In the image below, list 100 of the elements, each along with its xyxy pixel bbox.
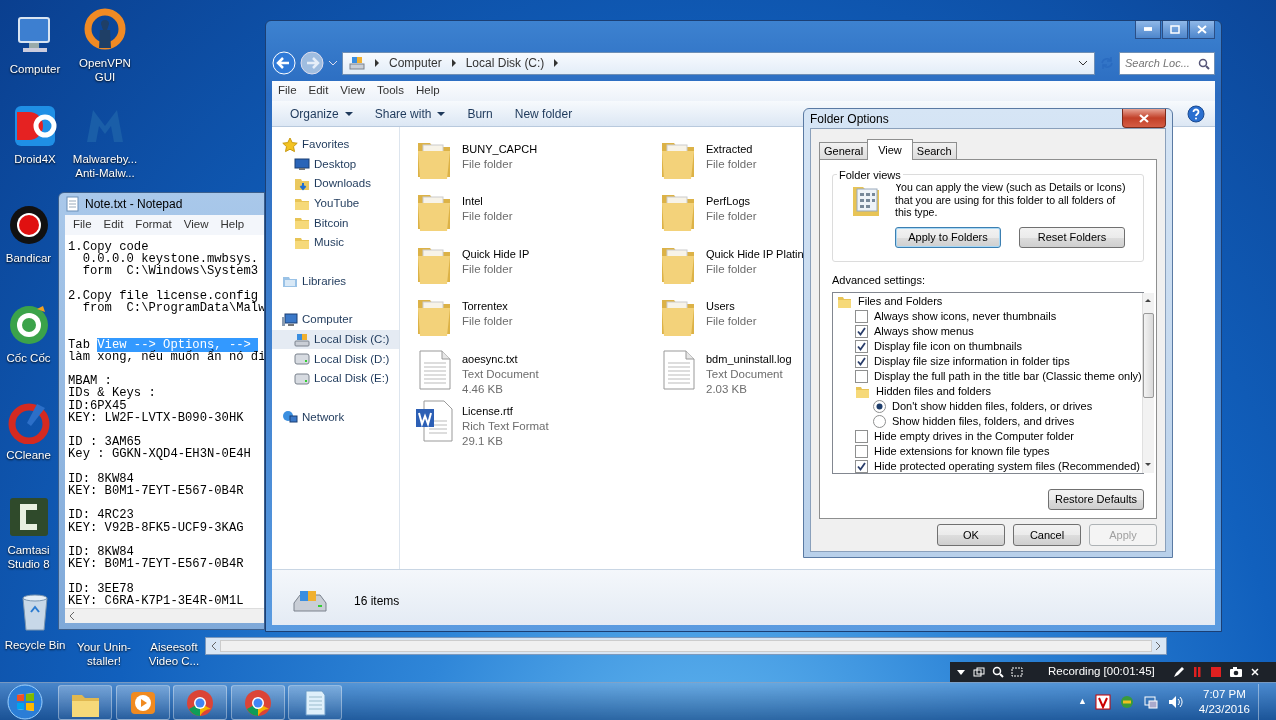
- nav-item[interactable]: Desktop: [272, 154, 399, 175]
- icon-label[interactable]: Your Unin-staller!: [68, 640, 140, 668]
- checkbox[interactable]: [855, 324, 868, 338]
- menu-item[interactable]: Help: [409, 82, 446, 100]
- scroll-down-icon[interactable]: [1144, 460, 1153, 469]
- nav-item[interactable]: Network: [272, 407, 399, 428]
- icon-label[interactable]: CCleane: [6, 448, 51, 462]
- dialog-button[interactable]: OK: [937, 524, 1005, 546]
- caret-icon[interactable]: [328, 58, 338, 68]
- volume-icon[interactable]: [1166, 694, 1183, 710]
- icon-label[interactable]: Aiseesoft Video C...: [140, 640, 208, 668]
- toolbar-button[interactable]: Burn: [459, 104, 501, 123]
- clock[interactable]: 7:07 PM 4/23/2016: [1198, 687, 1250, 717]
- dialog-button[interactable]: Cancel: [1013, 524, 1081, 546]
- search-field[interactable]: Search Loc...: [1119, 51, 1215, 75]
- tab[interactable]: Search: [911, 142, 957, 159]
- file-item[interactable]: Extracted File folder: [658, 137, 757, 190]
- file-item[interactable]: Torrentex File folder: [414, 294, 513, 347]
- nav-item[interactable]: YouTube: [272, 193, 399, 214]
- nav-item[interactable]: Local Disk (C:): [272, 329, 399, 350]
- back-icon[interactable]: [272, 51, 296, 75]
- menu-item[interactable]: Help: [214, 216, 251, 234]
- file-item[interactable]: Users File folder: [658, 294, 757, 347]
- scrollbar[interactable]: [1141, 292, 1154, 473]
- checkbox[interactable]: [855, 369, 868, 383]
- scrollbar[interactable]: [65, 608, 264, 623]
- close-button[interactable]: [1189, 21, 1215, 39]
- restore-defaults-button[interactable]: Restore Defaults: [1048, 488, 1144, 510]
- minimize-button[interactable]: [1135, 21, 1161, 39]
- checkbox[interactable]: [855, 459, 868, 473]
- checkbox[interactable]: [855, 444, 868, 458]
- file-item[interactable]: BUNY_CAPCH File folder: [414, 137, 538, 190]
- file-item[interactable]: Quick Hide IP Platin File folder: [658, 241, 804, 295]
- file-item[interactable]: PerfLogs File folder: [658, 189, 757, 242]
- nav-item[interactable]: Local Disk (E:): [272, 368, 399, 389]
- radio-button[interactable]: [873, 414, 886, 428]
- region-icon[interactable]: [1011, 666, 1023, 678]
- dropdown-icon[interactable]: [956, 667, 966, 677]
- nav-item[interactable]: Libraries: [272, 271, 399, 292]
- taskbar-button[interactable]: [230, 685, 285, 720]
- close-button[interactable]: [1122, 109, 1166, 128]
- breadcrumb-item[interactable]: Local Disk (C:): [465, 54, 545, 72]
- file-item[interactable]: Quick Hide IP File folder: [414, 241, 530, 295]
- help-icon[interactable]: [1187, 104, 1205, 123]
- icon-label[interactable]: Droid4X: [14, 152, 56, 166]
- taskbar-button[interactable]: [58, 685, 112, 720]
- nav-item[interactable]: Downloads: [272, 174, 399, 194]
- menu-item[interactable]: File: [67, 216, 98, 234]
- menu-item[interactable]: View: [177, 216, 215, 234]
- show-hidden-icons[interactable]: ▲: [1077, 695, 1087, 709]
- breadcrumb-item[interactable]: Computer: [389, 54, 442, 72]
- nav-item[interactable]: Computer: [272, 310, 399, 330]
- menu-item[interactable]: Format: [129, 216, 178, 234]
- checkbox[interactable]: [855, 309, 868, 323]
- menu-item[interactable]: Edit: [302, 82, 335, 100]
- menu-item[interactable]: File: [272, 82, 303, 100]
- file-item[interactable]: Intel File folder: [414, 189, 513, 242]
- maximize-button[interactable]: [1162, 21, 1188, 39]
- icon-label[interactable]: Camtasi Studio 8: [0, 543, 57, 571]
- scroll-thumb[interactable]: [1142, 312, 1154, 398]
- nav-item[interactable]: Favorites: [272, 135, 399, 155]
- close-icon[interactable]: [1249, 667, 1260, 677]
- file-item[interactable]: License.rtf Rich Text Format 29.1 KB: [414, 398, 549, 452]
- forward-icon[interactable]: [300, 51, 324, 75]
- pencil-icon[interactable]: [1171, 666, 1184, 678]
- toolbar-button[interactable]: Share with: [366, 104, 454, 123]
- text-area[interactable]: [65, 235, 264, 608]
- nav-item[interactable]: Music: [272, 232, 399, 253]
- nav-item[interactable]: Local Disk (D:): [272, 349, 399, 369]
- camera-icon[interactable]: [1228, 666, 1243, 678]
- app-tray-icon[interactable]: [1094, 694, 1111, 710]
- scrollbar[interactable]: [220, 640, 1152, 652]
- radio-button[interactable]: [873, 399, 886, 413]
- checkbox[interactable]: [855, 339, 868, 353]
- checkbox[interactable]: [855, 354, 868, 368]
- taskbar-button[interactable]: [115, 685, 170, 720]
- menu-item[interactable]: View: [334, 82, 372, 100]
- dropdown-icon[interactable]: [1078, 58, 1088, 68]
- stop-icon[interactable]: [1209, 666, 1222, 678]
- scroll-up-icon[interactable]: [1144, 296, 1153, 305]
- search-icon[interactable]: [992, 666, 1004, 678]
- icon-label[interactable]: OpenVPN GUI: [70, 56, 140, 84]
- menu-item[interactable]: Edit: [97, 216, 130, 234]
- toolbar-button[interactable]: New folder: [506, 104, 581, 123]
- checkbox[interactable]: [855, 429, 868, 443]
- window-icon[interactable]: [973, 667, 985, 677]
- icon-label[interactable]: Malwareby... Anti-Malw...: [70, 152, 140, 180]
- chevron-icon[interactable]: [552, 58, 561, 68]
- menu-item[interactable]: Tools: [371, 82, 410, 100]
- taskbar-button[interactable]: [173, 685, 227, 720]
- taskbar-button[interactable]: [288, 685, 342, 720]
- toolbar-button[interactable]: Organize: [282, 104, 361, 123]
- action-button[interactable]: Reset Folders: [1019, 226, 1125, 248]
- chevron-icon[interactable]: [449, 58, 458, 68]
- tab[interactable]: General: [819, 142, 869, 159]
- action-button[interactable]: Apply to Folders: [895, 226, 1001, 248]
- tab[interactable]: View: [867, 139, 913, 160]
- nav-item[interactable]: Bitcoin: [272, 213, 399, 233]
- network-icon[interactable]: [1142, 694, 1159, 710]
- icon-label[interactable]: Recycle Bin: [4, 638, 66, 652]
